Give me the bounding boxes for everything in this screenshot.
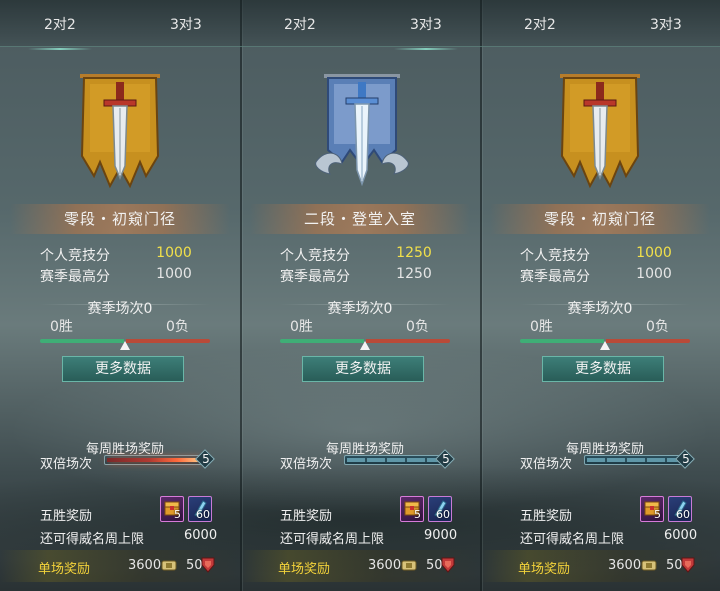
losses-count: 0负	[646, 319, 669, 335]
weekly-limit-value: 6000	[184, 528, 218, 543]
wins-count: 0胜	[530, 319, 553, 335]
weekly-limit-value: 6000	[664, 528, 698, 543]
single-reward-label: 单场奖励	[518, 562, 571, 577]
losses-count: 0负	[406, 319, 429, 335]
coin-reward-value: 3600	[608, 558, 642, 573]
chest-count: 5	[654, 508, 661, 521]
arena-panel-1: 2对2 3对3 零段・初窥门径 个人竞技分 1000 赛季最高分 1000 赛季…	[0, 0, 240, 591]
loss-bar	[126, 339, 210, 343]
double-count: 5	[442, 452, 450, 466]
win-bar	[520, 339, 604, 343]
loss-bar	[366, 339, 450, 343]
tab-2v2[interactable]: 2对2	[28, 14, 92, 50]
season-high-label: 赛季最高分	[520, 269, 590, 285]
win-bar	[40, 339, 124, 343]
weekly-limit-value: 9000	[424, 528, 458, 543]
wins-count: 0胜	[50, 319, 73, 335]
tab-2v2[interactable]: 2对2	[524, 14, 556, 34]
coin-reward-value: 3600	[128, 558, 162, 573]
mode-tabs: 2对2 3对3	[240, 0, 480, 50]
gold-banner-sword-icon	[560, 74, 640, 189]
five-win-reward-label: 五胜奖励	[40, 509, 93, 524]
ratio-marker-icon	[120, 341, 130, 350]
double-matches-label: 双倍场次	[40, 457, 93, 472]
double-matches-bar	[344, 455, 444, 465]
tab-3v3[interactable]: 3对3	[170, 14, 202, 34]
coin-icon	[401, 560, 417, 571]
personal-score-value: 1000	[636, 245, 672, 261]
honor-shield-icon	[201, 557, 215, 573]
season-high-value: 1000	[156, 266, 192, 282]
coin-icon	[641, 560, 657, 571]
fragment-count: 60	[436, 508, 450, 521]
double-matches-label: 双倍场次	[280, 457, 333, 472]
ratio-marker-icon	[360, 341, 370, 350]
double-matches-bar	[104, 455, 204, 465]
season-high-value: 1250	[396, 266, 432, 282]
fragment-count: 60	[676, 508, 690, 521]
double-count: 5	[202, 452, 210, 466]
double-count: 5	[682, 452, 690, 466]
gold-banner-sword-icon	[80, 74, 160, 189]
season-matches: 赛季场次0	[327, 301, 393, 317]
losses-count: 0负	[166, 319, 189, 335]
tab-3v3[interactable]: 3对3	[394, 14, 458, 50]
more-data-button[interactable]: 更多数据	[542, 356, 664, 382]
loss-bar	[606, 339, 690, 343]
personal-score-value: 1000	[156, 245, 192, 261]
honor-shield-icon	[441, 557, 455, 573]
coin-reward-value: 3600	[368, 558, 402, 573]
honor-shield-icon	[681, 557, 695, 573]
rank-title: 零段・初窥门径	[63, 210, 176, 228]
mode-tabs: 2对2 3对3	[480, 0, 720, 47]
chest-count: 5	[174, 508, 181, 521]
single-reward-label: 单场奖励	[278, 562, 331, 577]
panel-divider	[480, 0, 482, 591]
panel-divider	[240, 0, 242, 591]
personal-score-label: 个人竞技分	[280, 248, 350, 264]
fragment-count: 60	[196, 508, 210, 521]
weekly-limit-label: 还可得威名周上限	[280, 532, 385, 547]
arena-panel-3: 2对2 3对3 零段・初窥门径 个人竞技分 1000 赛季最高分 1000 赛季…	[480, 0, 720, 591]
personal-score-label: 个人竞技分	[520, 248, 590, 264]
silver-banner-sword-icon	[315, 74, 409, 187]
coin-icon	[161, 560, 177, 571]
personal-score-label: 个人竞技分	[40, 248, 110, 264]
double-matches-bar	[584, 455, 684, 465]
ratio-marker-icon	[600, 341, 610, 350]
chest-count: 5	[414, 508, 421, 521]
five-win-reward-label: 五胜奖励	[280, 509, 333, 524]
arena-panel-2: 2对2 3对3 二段・登堂入室 个人竞技分 1250 赛季最高分 1250 赛季…	[240, 0, 480, 591]
weekly-limit-label: 还可得威名周上限	[520, 532, 625, 547]
season-matches: 赛季场次0	[567, 301, 633, 317]
weekly-limit-label: 还可得威名周上限	[40, 532, 145, 547]
season-high-label: 赛季最高分	[280, 269, 350, 285]
season-high-label: 赛季最高分	[40, 269, 110, 285]
mode-tabs: 2对2 3对3	[0, 0, 240, 50]
single-reward-label: 单场奖励	[38, 562, 91, 577]
more-data-button[interactable]: 更多数据	[302, 356, 424, 382]
double-matches-label: 双倍场次	[520, 457, 573, 472]
personal-score-value: 1250	[396, 245, 432, 261]
tab-2v2[interactable]: 2对2	[284, 14, 316, 34]
season-high-value: 1000	[636, 266, 672, 282]
more-data-button[interactable]: 更多数据	[62, 356, 184, 382]
wins-count: 0胜	[290, 319, 313, 335]
season-matches: 赛季场次0	[87, 301, 153, 317]
rank-title: 零段・初窥门径	[543, 210, 656, 228]
five-win-reward-label: 五胜奖励	[520, 509, 573, 524]
win-bar	[280, 339, 364, 343]
tab-3v3[interactable]: 3对3	[650, 14, 682, 34]
rank-title: 二段・登堂入室	[303, 210, 416, 228]
